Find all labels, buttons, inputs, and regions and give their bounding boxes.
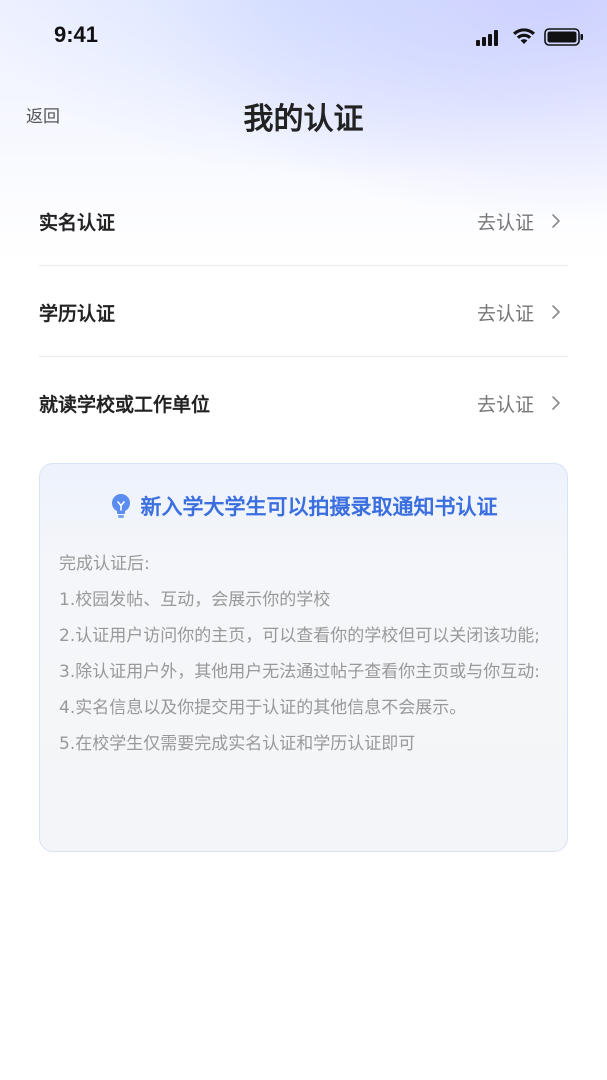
page-title: 我的认证: [243, 102, 364, 137]
notice-body: 完成认证后: 1.校园发帖、互动，会展示你的学校 2.认证用户访问你的主页，可以…: [59, 546, 553, 762]
notice-line: 2.认证用户访问你的主页，可以查看你的学校但可以关闭该功能;: [59, 626, 540, 646]
cert-item-action: 去认证: [476, 394, 534, 416]
notice-line: 3.除认证用户外，其他用户无法通过帖子查看你主页或与你互动:: [59, 662, 540, 682]
chevron-right-icon: [552, 214, 560, 228]
lightbulb-icon: [111, 494, 130, 518]
notice-line: 4.实名信息以及你提交用于认证的其他信息不会展示。: [59, 698, 467, 718]
notice-card: 新入学大学生可以拍摄录取通知书认证 完成认证后: 1.校园发帖、互动，会展示你的…: [39, 463, 568, 852]
notice-header: 新入学大学生可以拍摄录取通知书认证: [40, 491, 567, 521]
cert-item-label: 实名认证: [39, 212, 116, 234]
notice-title: 新入学大学生可以拍摄录取通知书认证: [140, 495, 498, 519]
certification-list: 实名认证 去认证 学历认证 去认证 就读学校或工作单位 去认证: [39, 175, 568, 448]
cert-item-action: 去认证: [476, 303, 534, 325]
cert-item-action: 去认证: [476, 212, 534, 234]
cert-item-education[interactable]: 学历认证 去认证: [39, 266, 568, 357]
wifi-icon: [513, 28, 535, 44]
status-time: 9:41: [54, 22, 99, 47]
chevron-right-icon: [552, 396, 560, 410]
cert-item-realname[interactable]: 实名认证 去认证: [39, 175, 568, 266]
signal-icon: [476, 30, 498, 46]
battery-icon: [544, 28, 583, 46]
cert-item-label: 学历认证: [39, 303, 116, 325]
cert-item-label: 就读学校或工作单位: [39, 394, 211, 416]
notice-line: 完成认证后:: [59, 554, 150, 574]
status-bar: 9:41: [0, 0, 607, 70]
notice-line: 5.在校学生仅需要完成实名认证和学历认证即可: [59, 734, 416, 754]
chevron-right-icon: [552, 305, 560, 319]
cert-item-school-or-employer[interactable]: 就读学校或工作单位 去认证: [39, 357, 568, 448]
notice-line: 1.校园发帖、互动，会展示你的学校: [59, 590, 331, 610]
